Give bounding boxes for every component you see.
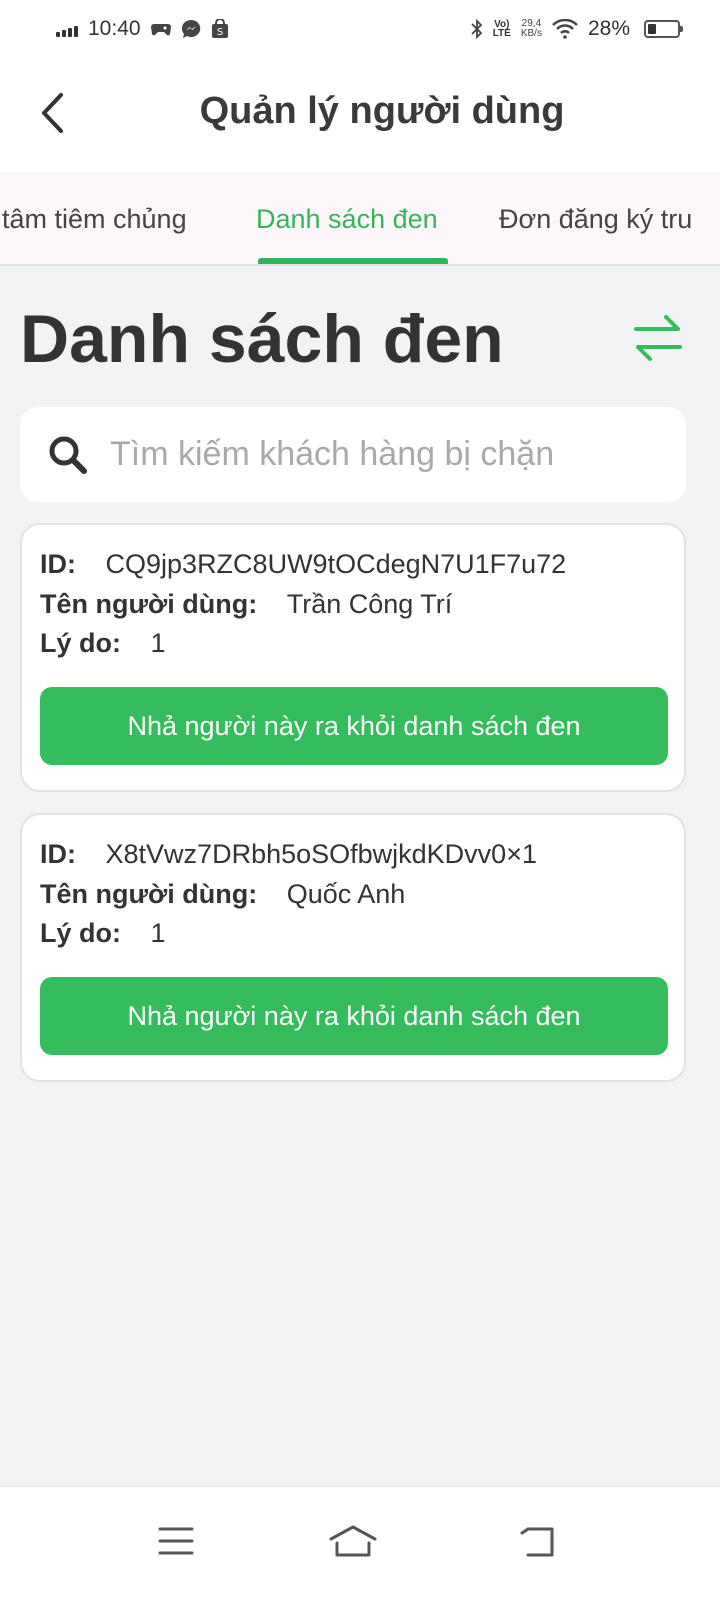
card-name-row: Tên người dùng: Quốc Anh xyxy=(40,879,405,910)
battery-level xyxy=(648,24,656,34)
card-id-row: ID: CQ9jp3RZC8UW9tOCdegN7U1F7u72 xyxy=(40,549,566,580)
home-icon xyxy=(329,1525,377,1557)
swap-arrows-icon xyxy=(634,315,682,361)
app-bar-title: Quản lý người dùng xyxy=(199,90,565,132)
tab-bar: tâm tiêm chủng Danh sách đen Đơn đăng ký… xyxy=(0,172,720,266)
user-name-value: Trần Công Trí xyxy=(286,589,453,619)
reason-value: 1 xyxy=(150,918,166,948)
status-time: 10:40 xyxy=(88,17,141,40)
search-icon xyxy=(49,436,87,474)
id-label: ID: xyxy=(40,549,76,579)
menu-icon xyxy=(158,1527,194,1555)
tab-registration-forms[interactable]: Đơn đăng ký tru xyxy=(499,204,692,235)
back-icon xyxy=(520,1527,554,1557)
card-reason-row: Lý do: 1 xyxy=(40,918,166,949)
bluetooth-icon xyxy=(471,19,482,39)
reason-label: Lý do: xyxy=(40,628,121,658)
user-name-label: Tên người dùng: xyxy=(40,589,258,619)
tab-vaccination-center[interactable]: tâm tiêm chủng xyxy=(2,204,187,235)
blacklist-card: ID: CQ9jp3RZC8UW9tOCdegN7U1F7u72 Tên ngư… xyxy=(20,523,686,792)
signal-icon xyxy=(56,21,78,37)
release-from-blacklist-button[interactable]: Nhả người này ra khỏi danh sách đen xyxy=(40,687,668,765)
svg-text:S: S xyxy=(216,27,222,38)
user-id-value: X8tVwz7DRbh5oSOfbwjkdKDvv0×1 xyxy=(105,839,537,869)
user-name-value: Quốc Anh xyxy=(286,879,406,909)
lte-label: LTE xyxy=(492,28,511,39)
system-nav-bar xyxy=(0,1486,720,1600)
app-bar: Quản lý người dùng xyxy=(0,58,720,172)
game-icon xyxy=(150,24,171,36)
card-name-row: Tên người dùng: Trần Công Trí xyxy=(40,589,452,620)
wifi-icon xyxy=(552,19,578,39)
reason-value: 1 xyxy=(150,628,166,658)
reason-label: Lý do: xyxy=(40,918,121,948)
user-name-label: Tên người dùng: xyxy=(40,879,258,909)
status-bar: 10:40 S Vo) LTE 29,4 KB/s 28% xyxy=(0,0,720,58)
shop-icon: S xyxy=(211,19,228,38)
search-box xyxy=(20,407,686,502)
back-nav-button[interactable] xyxy=(508,1511,568,1571)
messenger-icon xyxy=(181,19,200,38)
network-speed-unit: KB/s xyxy=(520,28,542,39)
card-id-row: ID: X8tVwz7DRbh5oSOfbwjkdKDvv0×1 xyxy=(40,839,537,870)
search-input[interactable] xyxy=(110,435,670,474)
card-reason-row: Lý do: 1 xyxy=(40,628,166,659)
menu-button[interactable] xyxy=(146,1511,206,1571)
volte-icon: Vo) LTE xyxy=(492,20,511,39)
swap-button[interactable] xyxy=(630,310,686,366)
battery-percent: 28% xyxy=(587,17,630,40)
home-button[interactable] xyxy=(323,1511,383,1571)
network-speed: 29,4 KB/s xyxy=(521,19,542,39)
blacklist-card: ID: X8tVwz7DRbh5oSOfbwjkdKDvv0×1 Tên ngư… xyxy=(20,813,686,1082)
page-title: Danh sách đen xyxy=(20,301,504,377)
tab-blacklist[interactable]: Danh sách đen xyxy=(256,204,438,235)
user-id-value: CQ9jp3RZC8UW9tOCdegN7U1F7u72 xyxy=(105,549,567,579)
id-label: ID: xyxy=(40,839,76,869)
release-from-blacklist-button[interactable]: Nhả người này ra khỏi danh sách đen xyxy=(40,977,668,1055)
battery-icon xyxy=(644,20,683,38)
active-tab-indicator xyxy=(258,258,448,264)
